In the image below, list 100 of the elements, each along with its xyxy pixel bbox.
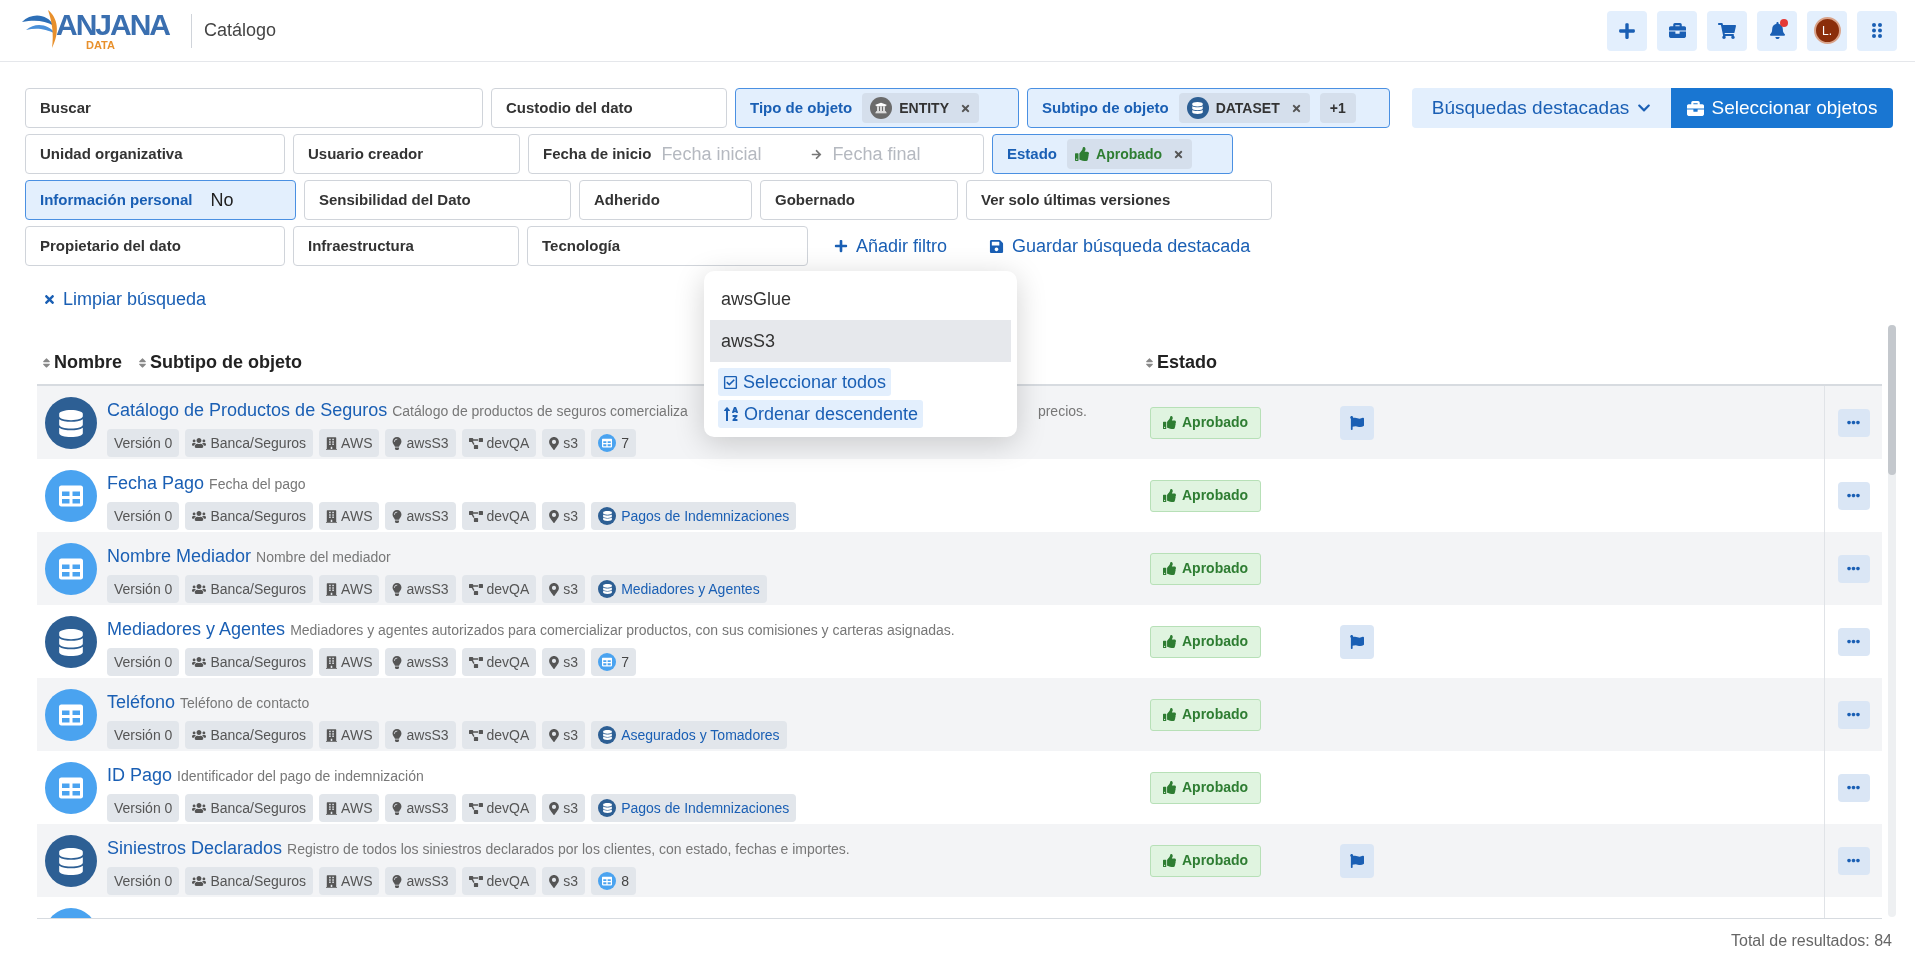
filter-field[interactable]: Información personal No (25, 180, 296, 220)
filter-field[interactable]: Adherido (579, 180, 752, 220)
parent-link[interactable]: Pagos de Indemnizaciones (591, 502, 797, 530)
briefcase-icon (1668, 22, 1686, 39)
column-header[interactable]: Estado (1145, 349, 1217, 376)
notifications-button[interactable] (1757, 10, 1797, 51)
parent-name[interactable]: Asegurados y Tomadores (621, 724, 780, 746)
user-button[interactable]: L. (1807, 10, 1847, 51)
item-name-link[interactable]: Mediadores y Agentes (107, 616, 286, 643)
tag-label: devQA (486, 652, 530, 672)
sort-descending-button[interactable]: Ordenar descendente (718, 400, 924, 428)
filter-field[interactable]: Tipo de objeto ENTITY (735, 88, 1019, 128)
filter-field[interactable]: Buscar (25, 88, 483, 128)
lightbulb-icon (392, 436, 403, 450)
database-icon (598, 726, 617, 744)
remove-icon[interactable] (1290, 102, 1302, 114)
filter-field[interactable]: Estado Aprobado (992, 134, 1233, 174)
filter-field[interactable]: Infraestructura (293, 226, 519, 266)
select-objects-button[interactable]: Seleccionar objetos (1671, 88, 1893, 128)
filter-label: Subtipo de objeto (1042, 97, 1169, 118)
item-name-link[interactable]: ID Pago (107, 762, 173, 789)
filter-field[interactable]: Gobernado (760, 180, 958, 220)
item-name-link[interactable]: Nombre Mediador (107, 543, 252, 570)
filter-label: Información personal (40, 189, 193, 210)
database-icon (45, 616, 97, 668)
sort-icon (138, 356, 147, 369)
more-options-button[interactable] (1837, 846, 1870, 875)
select-all-button[interactable]: Seleccionar todos (718, 368, 892, 396)
table-icon (45, 543, 97, 595)
tag-label: s3 (563, 871, 579, 891)
lightbulb-icon (392, 874, 403, 888)
filter-label: Infraestructura (308, 235, 414, 256)
filter-field[interactable]: Usuario creador (293, 134, 520, 174)
add-filter-button[interactable]: Añadir filtro (834, 232, 948, 260)
item-name-link[interactable]: Siniestros Declarados (107, 835, 283, 862)
map-pin-icon (549, 436, 560, 450)
lightbulb-icon (392, 801, 403, 815)
table-icon (598, 872, 617, 890)
filter-field[interactable]: Ver solo últimas versiones (966, 180, 1272, 220)
briefcase-icon (1686, 99, 1704, 117)
cart-button[interactable] (1707, 10, 1747, 51)
filter-field[interactable]: Sensibilidad del Dato (304, 180, 571, 220)
filter-label: Sensibilidad del Dato (319, 189, 471, 210)
more-options-button[interactable] (1837, 408, 1870, 437)
remove-icon[interactable] (1173, 148, 1185, 160)
item-name-link[interactable]: Catálogo de Productos de Seguros (107, 397, 388, 424)
filter-field[interactable]: Subtipo de objeto DATASET +1 (1027, 88, 1390, 128)
save-icon (989, 238, 1005, 254)
avatar: L. (1813, 17, 1841, 44)
map-pin-icon (549, 655, 560, 669)
close-icon (43, 293, 56, 306)
remove-icon[interactable] (960, 102, 971, 114)
item-name-link[interactable]: Fecha Pago (107, 470, 205, 497)
featured-searches-button[interactable]: Búsquedas destacadas (1412, 88, 1671, 128)
parent-link[interactable]: Pagos de Indemnizaciones (591, 794, 797, 822)
chip-label: Aprobado (1096, 144, 1163, 164)
more-options-button[interactable] (1837, 700, 1870, 729)
sort-icon (1145, 356, 1154, 369)
briefcase-button[interactable] (1657, 10, 1697, 51)
filter-field[interactable]: Custodio del dato (491, 88, 727, 128)
status-label: Aprobado (1182, 851, 1249, 870)
parent-name[interactable]: Pagos de Indemnizaciones (621, 505, 790, 527)
more-options-button[interactable] (1837, 773, 1870, 802)
parent-name[interactable]: Mediadores y Agentes (621, 578, 760, 600)
filter-field[interactable]: Unidad organizativa (25, 134, 285, 174)
building-icon (326, 801, 338, 815)
scrollbar-thumb[interactable] (1888, 325, 1896, 475)
apps-button[interactable] (1857, 10, 1897, 51)
parent-name[interactable]: Pagos de Indemnizaciones (621, 797, 790, 819)
tag-label: devQA (486, 433, 530, 453)
diagram-icon (468, 436, 483, 450)
dropdown-option[interactable]: awsGlue (710, 278, 1011, 320)
tag-label: Versión 0 (114, 506, 173, 526)
dropdown-option[interactable]: awsS3 (710, 320, 1011, 362)
lightbulb-icon (392, 509, 403, 523)
filter-label: Tipo de objeto (750, 97, 853, 118)
flag-button[interactable] (1340, 624, 1374, 659)
map-pin-icon (549, 874, 560, 888)
item-description: Registro de todos los siniestros declarados por los clientes, con estado, fechas e importes. (287, 840, 850, 859)
filter-field[interactable]: Propietario del dato (25, 226, 285, 266)
filter-label: Unidad organizativa (40, 143, 183, 164)
add-button[interactable] (1607, 10, 1647, 51)
more-options-button[interactable] (1837, 554, 1870, 583)
more-options-button[interactable] (1837, 481, 1870, 510)
column-header[interactable]: Nombre (42, 349, 122, 376)
flag-button[interactable] (1340, 405, 1374, 440)
filter-label: Tecnología (542, 235, 621, 256)
parent-link[interactable]: Asegurados y Tomadores (591, 721, 787, 749)
filter-label: Estado (1007, 143, 1057, 164)
filter-field[interactable]: Tecnología (527, 226, 808, 266)
flag-button[interactable] (1340, 843, 1374, 878)
map-pin-icon (549, 582, 560, 596)
save-search-button[interactable]: Guardar búsqueda destacada (989, 232, 1251, 260)
column-header[interactable]: Subtipo de objeto (138, 349, 302, 376)
parent-link[interactable]: Mediadores y Agentes (591, 575, 767, 603)
tag-label: AWS (341, 506, 373, 526)
building-icon (326, 582, 338, 596)
item-name-link[interactable]: Teléfono (107, 689, 176, 716)
more-options-button[interactable] (1837, 627, 1870, 656)
clear-search-button[interactable]: Limpiar búsqueda (43, 286, 207, 313)
